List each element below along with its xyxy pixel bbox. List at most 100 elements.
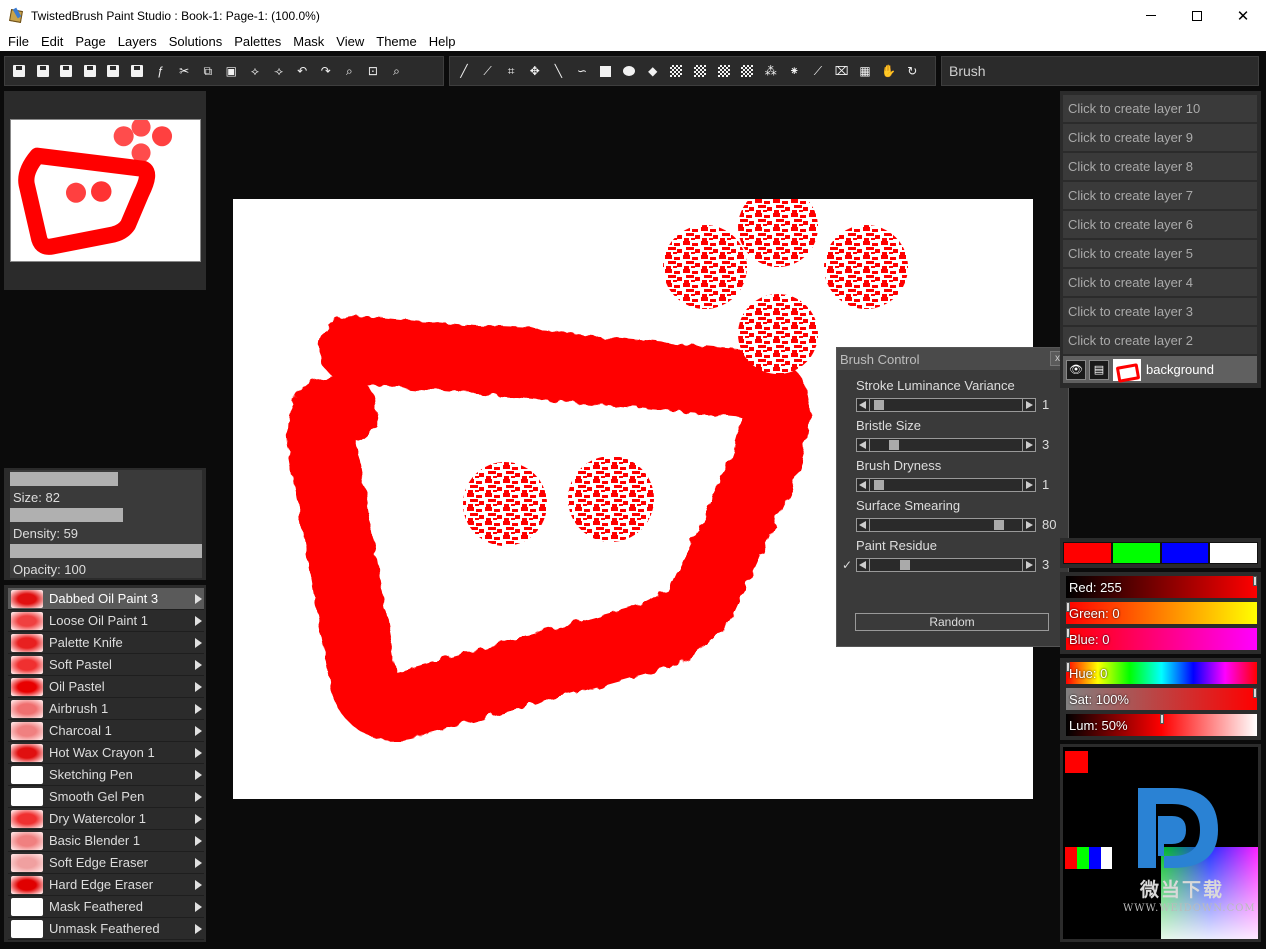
- arrow-left-icon[interactable]: [859, 441, 866, 449]
- arrow-right-icon[interactable]: [1026, 561, 1033, 569]
- menu-view[interactable]: View: [330, 34, 370, 49]
- cut-icon[interactable]: ✂: [176, 63, 192, 79]
- green-slider[interactable]: Green: 0: [1066, 602, 1257, 624]
- export-icon[interactable]: [82, 63, 98, 79]
- menu-file[interactable]: File: [2, 34, 35, 49]
- eyedropper-icon[interactable]: ⟋: [480, 63, 496, 79]
- maximize-button[interactable]: [1174, 0, 1220, 31]
- create-layer-slot[interactable]: Click to create layer 3: [1063, 298, 1257, 326]
- brush-item[interactable]: Palette Knife: [8, 632, 204, 654]
- fill-icon[interactable]: ⟢: [271, 63, 287, 79]
- expand-arrow-icon[interactable]: [195, 637, 202, 648]
- create-layer-slot[interactable]: Click to create layer 9: [1063, 124, 1257, 152]
- arrow-left-icon[interactable]: [859, 521, 866, 529]
- arrow-left-icon[interactable]: [859, 401, 866, 409]
- stamp-icon[interactable]: ⌧: [834, 63, 850, 79]
- slider-marker[interactable]: [1253, 576, 1257, 586]
- expand-arrow-icon[interactable]: [195, 813, 202, 824]
- brush-item[interactable]: Hot Wax Crayon 1: [8, 742, 204, 764]
- slider-thumb[interactable]: [993, 520, 1004, 530]
- arrow-right-icon[interactable]: [1026, 441, 1033, 449]
- brush-control-titlebar[interactable]: Brush Control x: [837, 348, 1068, 370]
- color-swatch[interactable]: [1160, 542, 1210, 564]
- brush-setting-slider[interactable]: [856, 518, 1036, 532]
- brush-setting-slider[interactable]: [856, 558, 1036, 572]
- menu-layers[interactable]: Layers: [112, 34, 163, 49]
- brush-item[interactable]: Dry Watercolor 1: [8, 808, 204, 830]
- create-layer-slot[interactable]: Click to create layer 6: [1063, 211, 1257, 239]
- brush-item[interactable]: Unmask Feathered: [8, 918, 204, 940]
- hue-slider[interactable]: Hue: 0: [1066, 662, 1257, 684]
- brush-setting-slider[interactable]: [856, 478, 1036, 492]
- create-layer-slot[interactable]: Click to create layer 7: [1063, 182, 1257, 210]
- redo-icon[interactable]: ↷: [318, 63, 334, 79]
- page-back-icon[interactable]: [129, 63, 145, 79]
- menu-theme[interactable]: Theme: [370, 34, 422, 49]
- brush-item[interactable]: Charcoal 1: [8, 720, 204, 742]
- expand-arrow-icon[interactable]: [195, 593, 202, 604]
- crop-icon[interactable]: ⌗: [503, 63, 519, 79]
- close-button[interactable]: ✕: [1220, 0, 1266, 31]
- paste-icon[interactable]: ▣: [223, 63, 239, 79]
- line-tool-icon[interactable]: ╲: [550, 63, 566, 79]
- copy-area-icon[interactable]: ▦: [857, 63, 873, 79]
- brush-item[interactable]: Soft Edge Eraser: [8, 852, 204, 874]
- brush-item[interactable]: Sketching Pen: [8, 764, 204, 786]
- brush-item[interactable]: Mask Feathered: [8, 896, 204, 918]
- copy-icon[interactable]: ⧉: [200, 63, 216, 79]
- rotate-icon[interactable]: ↻: [904, 63, 920, 79]
- slider-thumb[interactable]: [874, 400, 885, 410]
- red-slider[interactable]: Red: 255: [1066, 576, 1257, 598]
- color-swatch[interactable]: [1209, 542, 1258, 564]
- expand-arrow-icon[interactable]: [195, 681, 202, 692]
- brush-item[interactable]: Loose Oil Paint 1: [8, 610, 204, 632]
- gradient-icon[interactable]: [668, 63, 684, 79]
- expand-arrow-icon[interactable]: [195, 923, 202, 934]
- expand-arrow-icon[interactable]: [195, 835, 202, 846]
- expand-arrow-icon[interactable]: [195, 615, 202, 626]
- menu-mask[interactable]: Mask: [287, 34, 330, 49]
- save-icon[interactable]: [11, 63, 27, 79]
- navigator-preview[interactable]: [10, 119, 201, 262]
- brush-setting-slider[interactable]: [856, 438, 1036, 452]
- brush-item[interactable]: Oil Pastel: [8, 676, 204, 698]
- expand-arrow-icon[interactable]: [195, 857, 202, 868]
- blue-slider[interactable]: Blue: 0: [1066, 628, 1257, 650]
- magic-wand-icon[interactable]: ⁂: [763, 63, 779, 79]
- move-icon[interactable]: ✥: [527, 63, 543, 79]
- create-layer-slot[interactable]: Click to create layer 4: [1063, 269, 1257, 297]
- arrow-right-icon[interactable]: [1026, 481, 1033, 489]
- import-icon[interactable]: [58, 63, 74, 79]
- arrow-right-icon[interactable]: [1026, 521, 1033, 529]
- quick-brush-icon[interactable]: ƒ: [153, 63, 169, 79]
- create-layer-slot[interactable]: Click to create layer 10: [1063, 95, 1257, 123]
- slider-marker[interactable]: [1253, 688, 1257, 698]
- fill-bucket-icon[interactable]: ◆: [645, 63, 661, 79]
- curve-tool-icon[interactable]: ∽: [574, 63, 590, 79]
- size-slider[interactable]: Size: 82: [10, 470, 202, 506]
- menu-page[interactable]: Page: [69, 34, 111, 49]
- color-swatch[interactable]: [1063, 542, 1112, 564]
- create-layer-slot[interactable]: Click to create layer 5: [1063, 240, 1257, 268]
- paint-residue-checkbox[interactable]: ✓: [842, 559, 854, 571]
- arrow-left-icon[interactable]: [859, 561, 866, 569]
- arrow-left-icon[interactable]: [859, 481, 866, 489]
- ellipse-tool-icon[interactable]: [621, 63, 637, 79]
- slider-thumb[interactable]: [900, 560, 911, 570]
- brush-item[interactable]: Smooth Gel Pen: [8, 786, 204, 808]
- density-slider[interactable]: Density: 59: [10, 506, 202, 542]
- expand-arrow-icon[interactable]: [195, 791, 202, 802]
- expand-arrow-icon[interactable]: [195, 725, 202, 736]
- slider-marker[interactable]: [1159, 714, 1164, 724]
- page-forward-icon[interactable]: [105, 63, 121, 79]
- lasso-icon[interactable]: ⁕: [786, 63, 802, 79]
- brush-setting-slider[interactable]: [856, 398, 1036, 412]
- brush-item[interactable]: Soft Pastel: [8, 654, 204, 676]
- arrow-right-icon[interactable]: [1026, 401, 1033, 409]
- slider-thumb[interactable]: [888, 440, 899, 450]
- lock-icon[interactable]: ▤: [1089, 359, 1109, 380]
- random-button[interactable]: Random: [855, 613, 1049, 631]
- slider-thumb[interactable]: [874, 480, 885, 490]
- zoom-out-icon[interactable]: ⌕: [389, 63, 405, 79]
- zoom-in-icon[interactable]: ⌕: [341, 63, 357, 79]
